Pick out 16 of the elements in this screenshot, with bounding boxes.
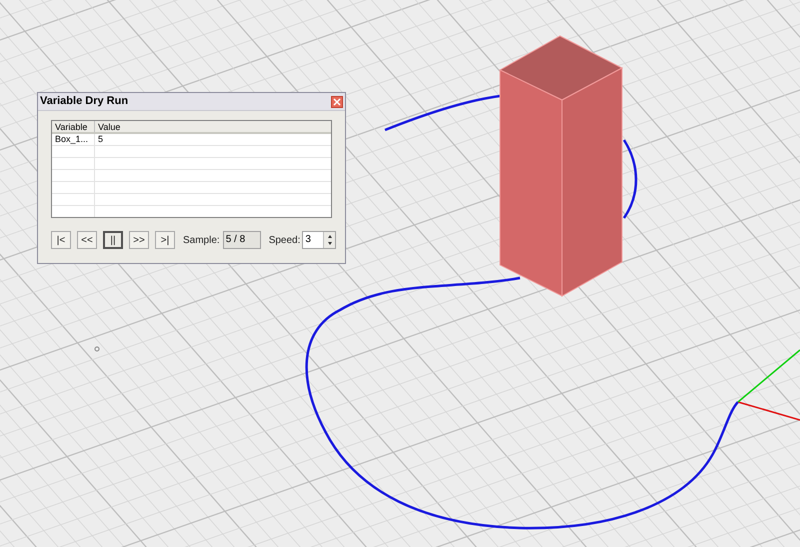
- table-cell-text: 5: [97, 134, 104, 145]
- column-header[interactable]: Variable: [52, 121, 95, 132]
- playback-button[interactable]: |<: [51, 231, 71, 249]
- playback-button[interactable]: <<: [77, 231, 97, 249]
- window-title: Variable Dry Run: [40, 94, 128, 110]
- speed-spinner[interactable]: 3: [302, 231, 336, 249]
- playback-button[interactable]: ||: [103, 231, 123, 249]
- column-header[interactable]: Value: [95, 121, 331, 132]
- speed-label: Speed:: [268, 234, 300, 248]
- close-icon: [333, 98, 341, 106]
- close-button[interactable]: [331, 96, 343, 108]
- playback-button[interactable]: >>: [129, 231, 149, 249]
- sample-label: Sample:: [183, 234, 220, 248]
- table-cell: Box_1...: [52, 134, 95, 145]
- playback-button[interactable]: >|: [155, 231, 175, 249]
- sample-field: 5 / 8: [222, 231, 261, 249]
